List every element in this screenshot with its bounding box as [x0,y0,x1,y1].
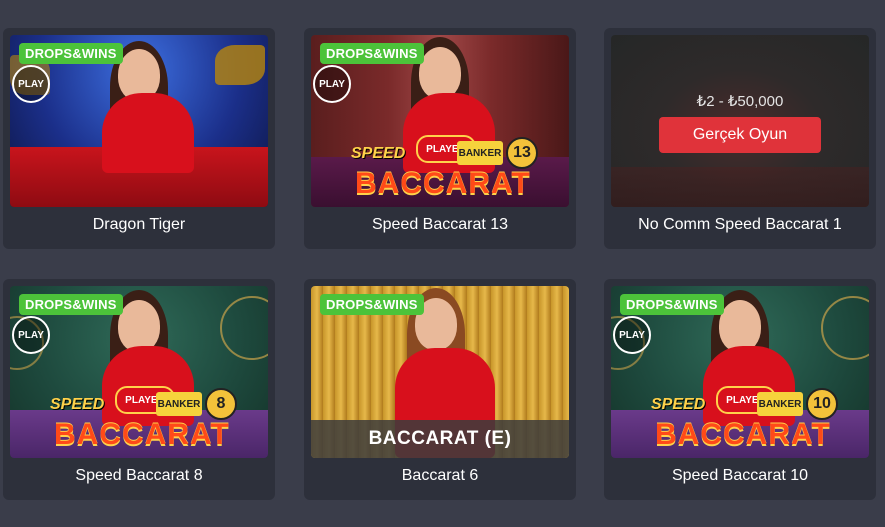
game-card-speed-baccarat-10[interactable]: PLAYER BANKER 10 SPEED BACCARAT DROPS&WI… [604,279,876,500]
baccarat-logo: BACCARAT [355,167,531,200]
game-title[interactable]: Dragon Tiger [3,214,275,236]
banker-tag: BANKER [757,392,803,416]
table-number-badge: 10 [806,388,838,420]
table-number-badge: 8 [205,388,237,420]
baccarat-logo: BACCARAT [655,418,831,451]
game-title[interactable]: Speed Baccarat 8 [3,465,275,487]
baccarat-logo: BACCARAT [54,418,230,451]
game-title[interactable]: No Comm Speed Baccarat 1 [604,214,876,236]
game-thumbnail-blurred[interactable]: ₺2 - ₺50,000 Gerçek Oyun [611,35,869,207]
drops-wins-badge: DROPS&WINS [320,294,424,315]
speed-label: SPEED [351,145,406,162]
game-title[interactable]: Speed Baccarat 10 [604,465,876,487]
play-icon[interactable]: PLAY [313,65,351,103]
real-play-button[interactable]: Gerçek Oyun [659,117,821,153]
speed-label: SPEED [50,396,105,413]
banker-tag: BANKER [156,392,202,416]
play-icon[interactable]: PLAY [613,316,651,354]
play-icon[interactable]: PLAY [12,316,50,354]
game-card-baccarat-6[interactable]: BACCARAT (E) DROPS&WINS Baccarat 6 [304,279,576,500]
game-thumbnail[interactable]: BACCARAT (E) DROPS&WINS [311,286,569,458]
game-thumbnail[interactable]: DROPS&WINS PLAY [10,35,268,207]
drops-wins-badge: DROPS&WINS [19,43,123,64]
game-card-dragon-tiger[interactable]: DROPS&WINS PLAY Dragon Tiger [3,28,275,249]
drops-wins-badge: DROPS&WINS [19,294,123,315]
game-card-speed-baccarat-8[interactable]: PLAYER BANKER 8 SPEED BACCARAT DROPS&WIN… [3,279,275,500]
game-title[interactable]: Speed Baccarat 13 [304,214,576,236]
banker-tag: BANKER [457,141,503,165]
drops-wins-badge: DROPS&WINS [320,43,424,64]
game-card-speed-baccarat-13[interactable]: PLAYER BANKER 13 SPEED BACCARAT DROPS&WI… [304,28,576,249]
table-caption: BACCARAT (E) [311,420,569,458]
play-icon[interactable]: PLAY [12,65,50,103]
speed-label: SPEED [651,396,706,413]
game-card-no-comm-speed-baccarat-1[interactable]: ₺2 - ₺50,000 Gerçek Oyun No Comm Speed B… [604,28,876,249]
game-thumbnail[interactable]: PLAYER BANKER 13 SPEED BACCARAT DROPS&WI… [311,35,569,207]
table-number-badge: 13 [506,137,538,169]
game-thumbnail[interactable]: PLAYER BANKER 10 SPEED BACCARAT DROPS&WI… [611,286,869,458]
drops-wins-badge: DROPS&WINS [620,294,724,315]
game-title[interactable]: Baccarat 6 [304,465,576,487]
bet-range: ₺2 - ₺50,000 [696,93,784,110]
game-thumbnail[interactable]: PLAYER BANKER 8 SPEED BACCARAT DROPS&WIN… [10,286,268,458]
